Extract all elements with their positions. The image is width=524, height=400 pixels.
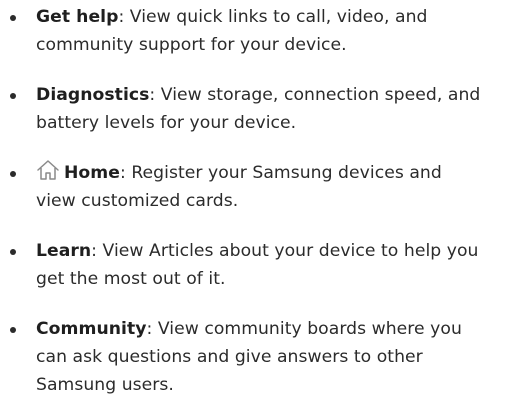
bullet (10, 15, 16, 21)
list-item-text: Learn: View Articles about your device t… (36, 237, 516, 293)
bullet (10, 93, 16, 99)
bullet (10, 249, 16, 255)
item-term: Diagnostics (36, 85, 150, 105)
item-description-cont: community support for your device. (36, 35, 347, 55)
home-icon (36, 159, 60, 181)
bullet (10, 171, 16, 177)
item-description-cont: view customized cards. (36, 191, 239, 211)
item-description: : View community boards where you (146, 319, 462, 339)
item-term: Home (64, 163, 120, 183)
item-term: Learn (36, 241, 92, 261)
item-description-cont: get the most out of it. (36, 269, 226, 289)
item-description: : View storage, connection speed, and (149, 85, 481, 105)
list-item-text: Community: View community boards where y… (36, 315, 516, 399)
item-description-cont: Samsung users. (36, 375, 174, 395)
bullet (10, 327, 16, 333)
item-term: Community (36, 319, 147, 339)
list-item-text: Home: Register your Samsung devices and … (36, 159, 516, 215)
item-term: Get help (36, 7, 119, 27)
item-description: : Register your Samsung devices and (119, 163, 442, 183)
item-description-cont: can ask questions and give answers to ot… (36, 347, 423, 367)
item-description: : View quick links to call, video, and (118, 7, 428, 27)
item-description-cont: battery levels for your device. (36, 113, 297, 133)
list-item-text: Get help: View quick links to call, vide… (36, 3, 516, 59)
item-description: : View Articles about your device to hel… (91, 241, 479, 261)
list-item-text: Diagnostics: View storage, connection sp… (36, 81, 516, 137)
